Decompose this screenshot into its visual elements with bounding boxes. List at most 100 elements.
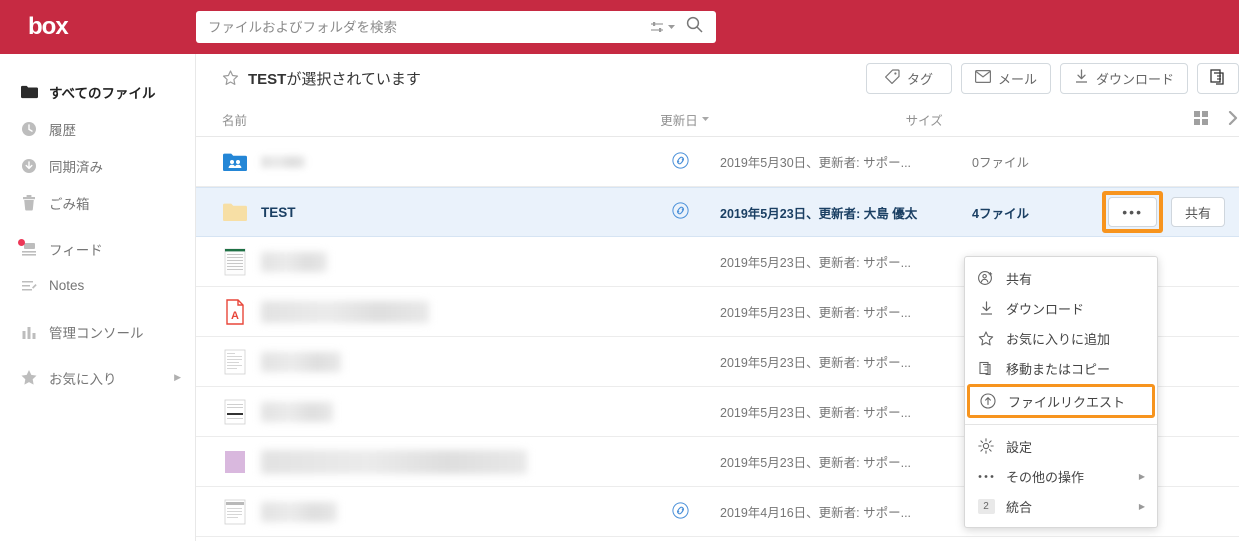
row-link-icon-cell xyxy=(672,151,720,172)
row-name-cell[interactable] xyxy=(222,498,672,526)
table-row-selected[interactable]: TEST 2019年5月23日、更新者: 大島 優太 4ファイル ••• 共有 xyxy=(196,187,1239,237)
row-action-buttons: ••• 共有 xyxy=(1102,191,1225,233)
row-name-blurred xyxy=(261,351,341,372)
chevron-down-icon xyxy=(668,24,675,29)
box-file-browser-page: box すべてのファイル xyxy=(0,0,1239,541)
column-header-date-label: 更新日 xyxy=(660,113,698,128)
row-name-blurred xyxy=(261,501,337,522)
email-button[interactable]: メール xyxy=(960,62,1051,94)
sidebar-item-recents[interactable]: 履歴 xyxy=(0,110,195,147)
svg-text:A: A xyxy=(231,310,239,322)
row-size: 0ファイル xyxy=(972,156,1029,170)
menu-item-settings[interactable]: 設定 xyxy=(965,431,1157,461)
row-name-cell[interactable] xyxy=(222,348,672,376)
box-logo[interactable]: box xyxy=(28,14,80,40)
row-link-icon-cell xyxy=(672,202,720,222)
chevron-right-icon[interactable]: ▶ xyxy=(174,372,181,383)
row-name-cell[interactable] xyxy=(222,398,672,426)
search-input[interactable] xyxy=(196,12,650,42)
menu-item-more-actions[interactable]: その他の操作 ▶ xyxy=(965,461,1157,491)
chevron-right-icon[interactable] xyxy=(1228,110,1239,128)
menu-item-integrations[interactable]: 2 統合 ▶ xyxy=(965,491,1157,521)
sidebar-item-feed[interactable]: フィード xyxy=(0,230,195,267)
row-date: 2019年4月16日、更新者: サポー... xyxy=(720,506,912,520)
selected-suffix: が選択されています xyxy=(286,70,421,88)
row-name-cell[interactable]: TEST xyxy=(222,198,672,226)
feed-icon xyxy=(18,238,38,258)
row-name-blurred xyxy=(261,449,527,474)
row-date: 2019年5月23日、更新者: 大島 優太 xyxy=(720,206,918,221)
folder-icon xyxy=(222,198,248,226)
menu-item-add-favorite[interactable]: お気に入りに追加 xyxy=(965,323,1157,353)
sidebar-item-synced[interactable]: 同期済み xyxy=(0,147,195,184)
copy-move-button[interactable] xyxy=(1197,62,1239,94)
breadcrumb-bar: TESTが選択されています タグ メール ダウンロード xyxy=(196,54,1239,102)
row-name-blurred xyxy=(261,300,429,323)
row-name-cell[interactable] xyxy=(222,448,672,476)
view-controls xyxy=(1076,110,1239,128)
file-request-icon xyxy=(979,393,997,409)
menu-divider xyxy=(965,424,1157,425)
star-outline-icon[interactable] xyxy=(222,70,239,86)
row-date: 2019年5月23日、更新者: サポー... xyxy=(720,406,912,420)
row-date: 2019年5月30日、更新者: サポー... xyxy=(720,156,912,170)
badge-count: 2 xyxy=(977,498,995,514)
shared-link-icon[interactable] xyxy=(672,151,689,172)
doc-lines-icon xyxy=(222,398,248,426)
download-button-label: ダウンロード xyxy=(1095,71,1174,87)
menu-item-label: 設定 xyxy=(1006,439,1033,455)
row-name-blurred xyxy=(261,401,333,422)
row-name-cell[interactable]: A xyxy=(222,298,672,326)
menu-item-label: 移動またはコピー xyxy=(1006,361,1111,377)
menu-item-move-copy[interactable]: 移動またはコピー xyxy=(965,353,1157,383)
menu-item-share[interactable]: 共有 xyxy=(965,263,1157,293)
doc-thumb-icon xyxy=(222,348,248,376)
chevron-down-icon xyxy=(701,116,709,121)
sidebar-item-trash[interactable]: ごみ箱 xyxy=(0,184,195,221)
grid-view-icon[interactable] xyxy=(1194,110,1208,128)
sidebar-item-notes[interactable]: Notes xyxy=(0,267,195,304)
sidebar-divider-2 xyxy=(0,304,195,313)
column-header-name[interactable]: 名前 xyxy=(222,110,660,129)
menu-item-label: その他の操作 xyxy=(1006,469,1085,485)
sidebar-item-label: Notes xyxy=(49,278,85,293)
submenu-arrow-icon: ▶ xyxy=(1138,471,1145,481)
sidebar-item-label: 履歴 xyxy=(49,122,76,138)
row-date: 2019年5月23日、更新者: サポー... xyxy=(720,256,912,270)
download-button[interactable]: ダウンロード xyxy=(1059,62,1188,94)
copy-icon xyxy=(1210,68,1226,88)
spreadsheet-thumb-icon xyxy=(222,498,248,526)
search-bar[interactable] xyxy=(196,11,716,43)
share-person-icon xyxy=(977,270,995,286)
tag-button[interactable]: タグ xyxy=(865,62,952,94)
download-icon xyxy=(977,300,995,316)
sidebar-item-admin-console[interactable]: 管理コンソール xyxy=(0,313,195,350)
filter-icon[interactable] xyxy=(650,20,675,34)
sidebar-item-favorites[interactable]: お気に入り ▶ xyxy=(0,359,195,396)
column-header-size[interactable]: サイズ xyxy=(906,110,1076,129)
table-row[interactable]: 2019年5月30日、更新者: サポー... 0ファイル xyxy=(196,137,1239,187)
search-icon[interactable] xyxy=(686,16,703,38)
row-name-cell[interactable] xyxy=(222,248,672,276)
menu-item-file-request[interactable]: ファイルリクエスト xyxy=(967,384,1155,418)
row-date: 2019年5月23日、更新者: サポー... xyxy=(720,456,912,470)
menu-item-label: 共有 xyxy=(1006,271,1033,287)
shared-link-icon[interactable] xyxy=(672,501,689,522)
more-options-highlight: ••• xyxy=(1102,191,1163,233)
row-date: 2019年5月23日、更新者: サポー... xyxy=(720,306,912,320)
shared-folder-icon xyxy=(222,148,248,176)
svg-text:box: box xyxy=(28,15,69,39)
menu-item-download[interactable]: ダウンロード xyxy=(965,293,1157,323)
shared-link-icon[interactable] xyxy=(672,202,689,222)
column-header-date[interactable]: 更新日 xyxy=(660,110,905,129)
move-copy-icon xyxy=(977,361,995,376)
more-options-button[interactable]: ••• xyxy=(1108,197,1157,227)
menu-item-label: 統合 xyxy=(1006,499,1033,515)
sidebar-item-all-files[interactable]: すべてのファイル xyxy=(0,73,195,110)
share-button[interactable]: 共有 xyxy=(1170,197,1225,227)
bar-chart-icon xyxy=(20,323,38,341)
row-name-cell[interactable] xyxy=(222,148,672,176)
row-date: 2019年5月23日、更新者: サポー... xyxy=(720,356,912,370)
folder-icon xyxy=(20,83,38,101)
row-name: TEST xyxy=(261,204,296,220)
